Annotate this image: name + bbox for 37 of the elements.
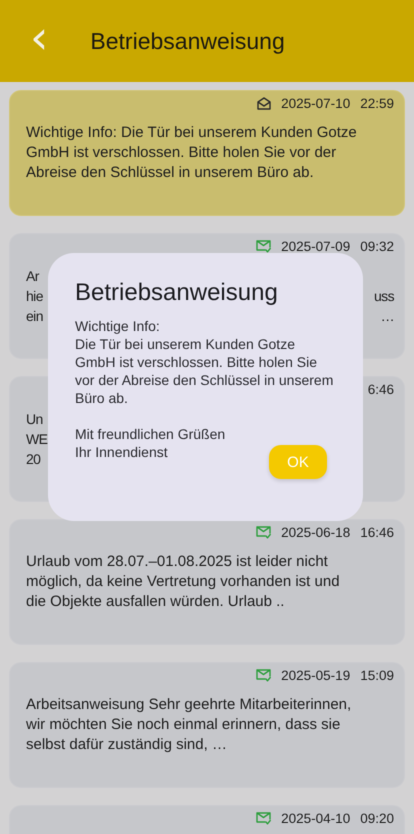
message-text: Arbeitsanweisung Sehr geehrte Mitarbeiterinnen, wir möchten Sie noch einmal erinnern, dass sie selbst dafür zuständig sind, … [26,696,352,753]
message-text: uss [374,287,394,306]
message-date: 2025-04-10 [281,811,350,826]
message-card[interactable]: 2025-06-18 16:46 Urlaub vom 28.07.–01.08.2025 ist leider nicht möglich, da keine Vertretung vorhanden ist und die Objekte ausfallen würden. Urlaub .. [9,519,405,645]
message-card[interactable]: 2025-04-10 09:20 [9,805,405,834]
message-date: 2025-06-18 [281,525,350,540]
message-text: WE [26,430,48,449]
message-date: 2025-05-19 [281,668,350,683]
open-envelope-icon [257,97,272,110]
message-text: 20 [26,450,40,469]
message-time: 09:32 [360,239,394,254]
dialog-text: Mit freundlichen Grüßen [75,425,226,443]
message-text: … [380,307,394,326]
message-text: Wichtige Info: Die Tür bei unserem Kunden Gotze GmbH ist verschlossen. Bitte holen Sie vor der Abreise den Schlüssel in unserem Büro ab. [26,124,357,181]
message-time: 22:59 [360,96,394,111]
message-time: 15:09 [360,668,394,683]
message-time: 09:20 [360,811,394,826]
message-text: Un [26,410,43,429]
message-text: ein [26,307,43,326]
message-date: 2025-07-10 [281,96,350,111]
dialog-text: Ihr Innendienst [75,443,168,461]
envelope-check-icon [256,669,272,682]
dialog-text: Wichtige Info: [75,317,160,335]
message-text: hie [26,287,43,306]
message-time: 6:46 [368,382,394,397]
message-time: 16:46 [360,525,394,540]
message-text: Ar [26,267,39,286]
message-date: 2025-07-09 [281,239,350,254]
envelope-check-icon [256,240,272,253]
dialog-text: Die Tür bei unserem Kunden Gotze GmbH ist verschlossen. Bitte holen Sie vor der Abreise den Schlüssel in unserem Büro ab. [75,335,334,407]
page-title: Betriebsanweisung [90,28,285,54]
message-card[interactable]: 2025-07-10 22:59 Wichtige Info: Die Tür bei unserem Kunden Gotze GmbH ist verschlossen. Bitte holen Sie vor der Abreise den Schlüssel in unserem Büro ab. [9,90,405,216]
envelope-check-icon [256,526,272,539]
envelope-check-icon [256,812,272,825]
message-card[interactable]: 2025-05-19 15:09 Arbeitsanweisung Sehr geehrte Mitarbeiterinnen, wir möchten Sie noch einmal erinnern, dass sie selbst dafür zuständig sind, … [9,662,405,788]
message-text: Urlaub vom 28.07.–01.08.2025 ist leider nicht möglich, da keine Vertretung vorhanden ist und die Objekte ausfallen würden. Urlaub .. [26,553,340,610]
dialog-title: Betriebsanweisung [75,279,279,307]
